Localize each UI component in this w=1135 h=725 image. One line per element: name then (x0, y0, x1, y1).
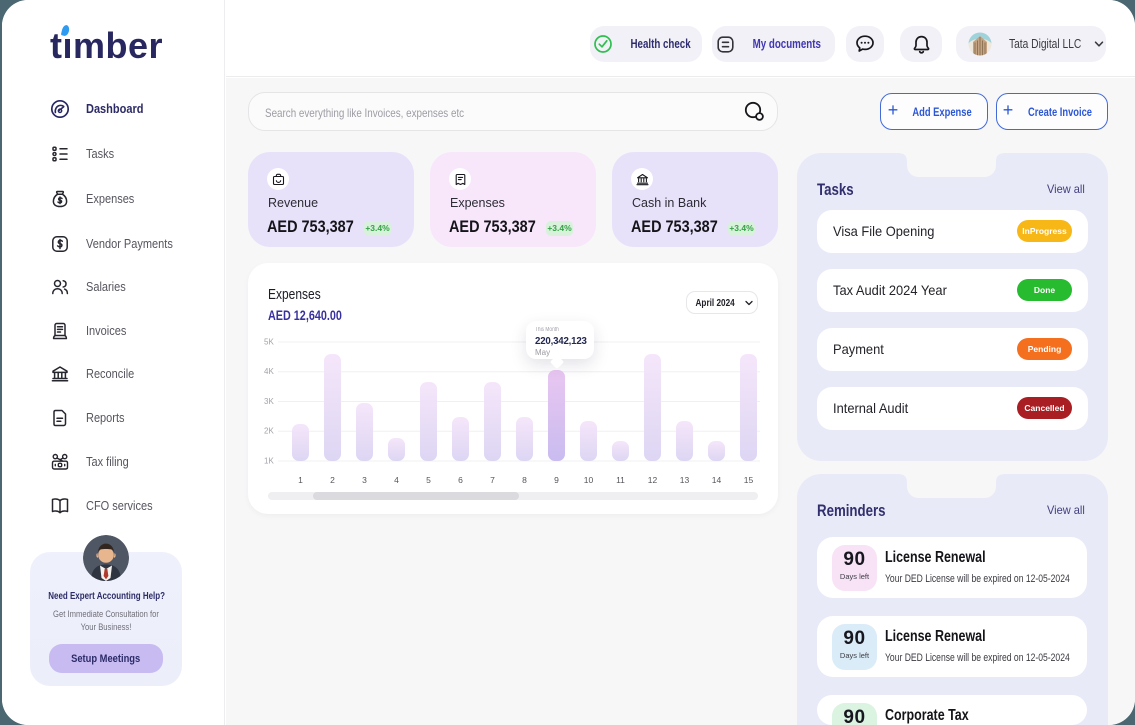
svg-text:5: 5 (426, 475, 431, 485)
svg-text:2: 2 (330, 475, 335, 485)
svg-text:4K: 4K (264, 367, 274, 376)
svg-text:13: 13 (680, 475, 690, 485)
svg-text:10: 10 (584, 475, 594, 485)
svg-text:1K: 1K (264, 457, 274, 466)
svg-text:7: 7 (490, 475, 495, 485)
svg-text:4: 4 (394, 475, 399, 485)
svg-text:12: 12 (648, 475, 658, 485)
svg-text:1: 1 (298, 475, 303, 485)
svg-text:8: 8 (522, 475, 527, 485)
svg-text:11: 11 (616, 475, 625, 485)
svg-text:14: 14 (712, 475, 722, 485)
svg-text:5K: 5K (264, 338, 274, 347)
svg-text:9: 9 (554, 475, 559, 485)
svg-text:3K: 3K (264, 397, 274, 406)
svg-text:6: 6 (458, 475, 463, 485)
svg-text:2K: 2K (264, 427, 274, 436)
svg-text:3: 3 (362, 475, 367, 485)
svg-text:15: 15 (744, 475, 754, 485)
